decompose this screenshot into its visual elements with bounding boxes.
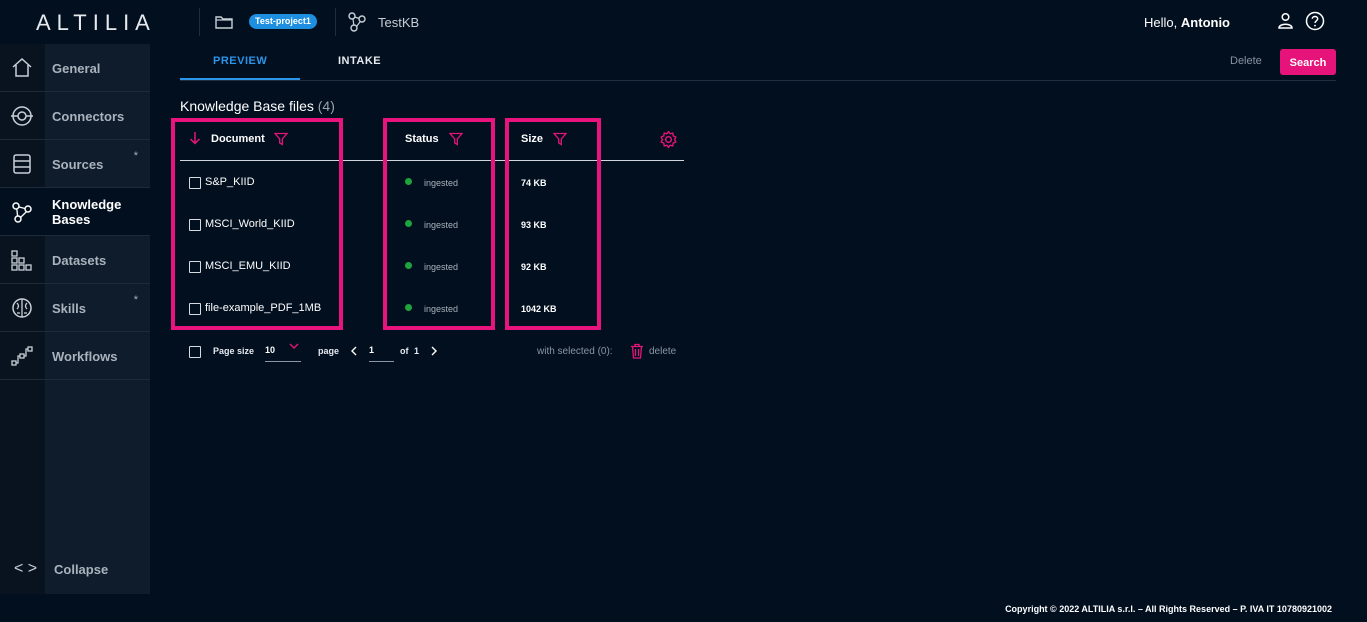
chevron-down-icon[interactable] bbox=[289, 341, 299, 351]
kb-name[interactable]: TestKB bbox=[378, 15, 419, 30]
brain-icon bbox=[12, 298, 32, 318]
page-label: page bbox=[318, 346, 340, 356]
collapse-icon: < > bbox=[14, 560, 38, 577]
gear-icon[interactable] bbox=[659, 130, 678, 149]
copyright: Copyright © 2022 ALTILIA s.r.l. – All Ri… bbox=[1005, 604, 1332, 614]
grid-icon bbox=[11, 250, 32, 271]
file-count: (4) bbox=[317, 98, 335, 114]
sidebar-item-workflows[interactable]: Workflows bbox=[0, 332, 150, 380]
greeting-text: Hello, bbox=[1144, 15, 1178, 30]
sidebar-item-label: Knowledge Bases bbox=[52, 197, 121, 227]
altilia-logo[interactable]: ALTILIA bbox=[36, 10, 156, 36]
delete-button[interactable]: Delete bbox=[1230, 55, 1262, 67]
footer: Copyright © 2022 ALTILIA s.r.l. – All Ri… bbox=[0, 594, 1367, 622]
sidebar-item-label-line2: Bases bbox=[52, 212, 91, 227]
sidebar-item-sources[interactable]: Sources * bbox=[0, 140, 150, 188]
knowledge-base-icon bbox=[348, 12, 366, 32]
sidebar-item-label: Datasets bbox=[52, 253, 107, 268]
page-input-underline bbox=[369, 361, 394, 362]
sidebar-item-label: Workflows bbox=[52, 349, 118, 364]
sidebar: General Connectors Sources * Knowledge B… bbox=[0, 44, 150, 594]
search-button[interactable]: Search bbox=[1280, 49, 1336, 75]
user-icon[interactable] bbox=[1277, 12, 1294, 29]
sidebar-item-general[interactable]: General bbox=[0, 44, 150, 92]
database-icon bbox=[13, 154, 31, 174]
chevron-right-icon[interactable] bbox=[430, 346, 438, 356]
sidebar-item-label: Skills bbox=[52, 301, 86, 316]
greeting: Hello, Antonio bbox=[1144, 15, 1230, 30]
connector-icon bbox=[11, 106, 33, 126]
with-selected-label: with selected (0): bbox=[537, 346, 613, 357]
of-label: of bbox=[400, 346, 409, 356]
sidebar-item-knowledge-bases[interactable]: Knowledge Bases bbox=[0, 188, 150, 236]
divider bbox=[199, 8, 200, 36]
page-number-input[interactable]: 1 bbox=[369, 345, 393, 355]
sidebar-item-label: Connectors bbox=[52, 109, 125, 124]
tab-intake[interactable]: INTAKE bbox=[338, 55, 381, 67]
home-icon bbox=[12, 57, 32, 77]
page-size-label: Page size bbox=[213, 346, 255, 356]
collapse-label: Collapse bbox=[54, 562, 109, 577]
top-bar: ALTILIA Test-project1 TestKB Hello, Anto… bbox=[0, 0, 1367, 44]
total-pages: 1 bbox=[414, 346, 420, 356]
section-title: Knowledge Base files (4) bbox=[180, 98, 335, 114]
trash-icon[interactable] bbox=[630, 343, 644, 359]
page-size-underline bbox=[265, 361, 301, 362]
project-badge[interactable]: Test-project1 bbox=[249, 14, 317, 29]
chevron-left-icon[interactable] bbox=[350, 346, 358, 356]
sidebar-item-badge: * bbox=[133, 294, 138, 306]
sidebar-item-connectors[interactable]: Connectors bbox=[0, 92, 150, 140]
divider bbox=[335, 8, 336, 36]
sidebar-item-datasets[interactable]: Datasets bbox=[0, 236, 150, 284]
user-name: Antonio bbox=[1180, 15, 1230, 30]
highlight-size-column bbox=[505, 118, 601, 330]
delete-selected-link[interactable]: delete bbox=[649, 346, 676, 357]
section-title-text: Knowledge Base files bbox=[180, 98, 314, 114]
tab-preview[interactable]: PREVIEW bbox=[213, 55, 267, 67]
sidebar-item-skills[interactable]: Skills * bbox=[0, 284, 150, 332]
sidebar-item-label: Sources bbox=[52, 157, 104, 172]
sidebar-item-label-line1: Knowledge bbox=[52, 197, 122, 212]
page-size-select[interactable]: 10 bbox=[265, 345, 275, 355]
folder-icon[interactable] bbox=[214, 12, 234, 32]
help-icon[interactable] bbox=[1305, 11, 1325, 31]
tab-bar: PREVIEW INTAKE bbox=[180, 44, 1336, 81]
collapse-button[interactable]: < > Collapse bbox=[0, 556, 150, 586]
select-all-checkbox[interactable] bbox=[189, 346, 201, 358]
active-tab-indicator bbox=[180, 78, 300, 80]
highlight-document-column bbox=[171, 118, 343, 330]
highlight-status-column bbox=[383, 118, 495, 330]
graph-icon bbox=[12, 202, 32, 223]
sidebar-item-badge: * bbox=[133, 150, 138, 162]
workflow-icon bbox=[11, 346, 33, 366]
sidebar-item-label: General bbox=[52, 61, 101, 76]
